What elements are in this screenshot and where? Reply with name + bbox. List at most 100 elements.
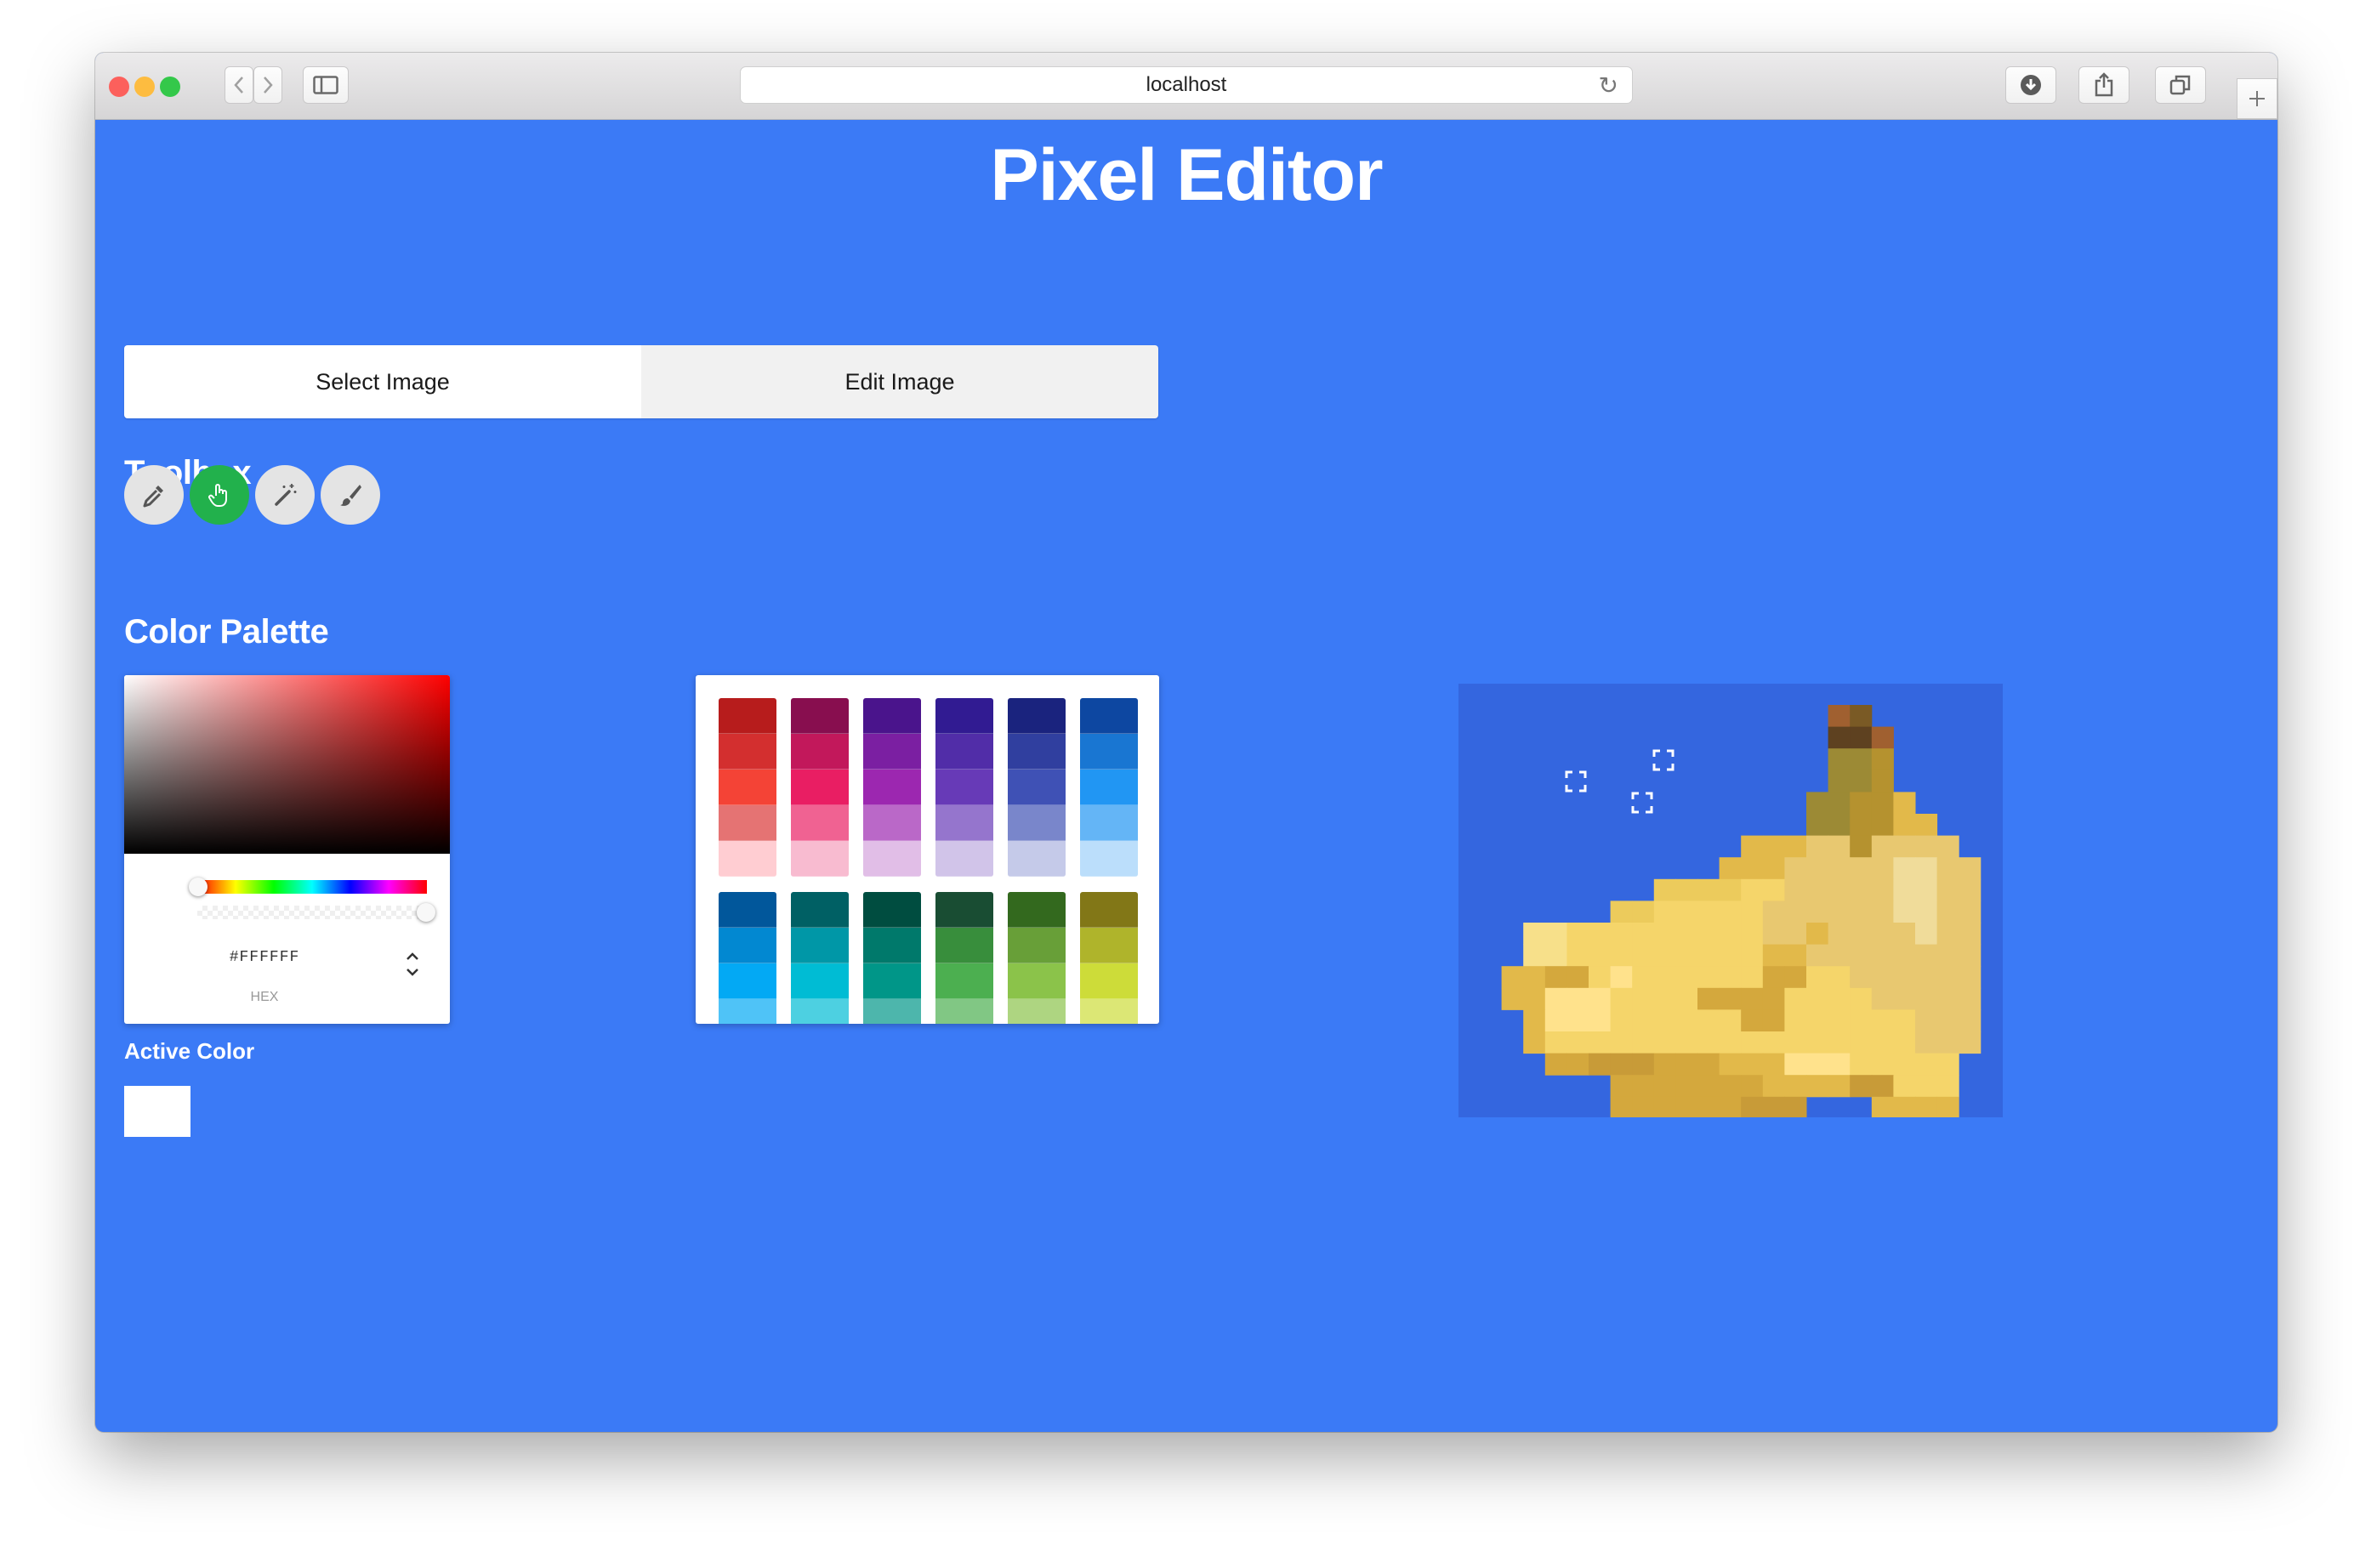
pixel[interactable] [1871, 1096, 1894, 1117]
color-swatch[interactable] [791, 999, 849, 1024]
pixel[interactable] [1762, 1053, 1785, 1076]
pixel[interactable] [1719, 944, 1742, 967]
pixel[interactable] [1871, 987, 1894, 1010]
pixel[interactable] [1936, 857, 1959, 880]
color-swatch[interactable] [1080, 928, 1138, 963]
pixel[interactable] [1959, 1031, 1982, 1054]
pixel[interactable] [1850, 923, 1873, 946]
pixel[interactable] [1959, 878, 1982, 901]
pixel[interactable] [1936, 1009, 1959, 1032]
pixel[interactable] [1936, 1031, 1959, 1054]
pixel[interactable] [1719, 1075, 1742, 1098]
pixel[interactable] [1741, 878, 1764, 901]
pixel[interactable] [1719, 966, 1742, 989]
pixel[interactable] [1915, 857, 1938, 880]
pixel[interactable] [1871, 857, 1894, 880]
pixel[interactable] [1523, 987, 1546, 1010]
hue-slider[interactable] [197, 880, 427, 894]
pixel[interactable] [1806, 835, 1829, 858]
pixel[interactable] [1893, 878, 1916, 901]
pixel[interactable] [1784, 987, 1807, 1010]
color-swatch[interactable] [719, 999, 776, 1024]
pixel[interactable] [1697, 1031, 1720, 1054]
pixel[interactable] [1871, 835, 1894, 858]
pixel[interactable] [1915, 1031, 1938, 1054]
pixel[interactable] [1893, 857, 1916, 880]
pixel[interactable] [1675, 1009, 1698, 1032]
sidebar-toggle-button[interactable] [303, 66, 349, 104]
pixel[interactable] [1762, 944, 1785, 967]
close-window-button[interactable] [109, 77, 129, 97]
pixel[interactable] [1632, 944, 1655, 967]
color-swatch[interactable] [935, 734, 993, 770]
pixel[interactable] [1653, 1096, 1676, 1117]
pixel[interactable] [1697, 944, 1720, 967]
pixel[interactable] [1719, 1031, 1742, 1054]
address-bar[interactable]: localhost ↻ [740, 66, 1633, 104]
color-swatch[interactable] [935, 805, 993, 841]
forward-button[interactable] [253, 66, 282, 104]
pixel[interactable] [1741, 857, 1764, 880]
pixel[interactable] [1806, 900, 1829, 923]
color-swatch[interactable] [791, 892, 849, 928]
color-swatch[interactable] [935, 770, 993, 805]
pixel[interactable] [1741, 944, 1764, 967]
pixel[interactable] [1806, 1031, 1829, 1054]
pixel[interactable] [1850, 1031, 1873, 1054]
color-swatch[interactable] [1080, 734, 1138, 770]
tab-edit-image[interactable]: Edit Image [641, 345, 1158, 418]
pixel[interactable] [1544, 987, 1567, 1010]
pixel[interactable] [1850, 1009, 1873, 1032]
pixel[interactable] [1544, 1031, 1567, 1054]
pixel[interactable] [1762, 1075, 1785, 1098]
pixel[interactable] [1959, 923, 1982, 946]
pixel[interactable] [1632, 1031, 1655, 1054]
pixel[interactable] [1850, 726, 1873, 749]
pixel[interactable] [1741, 1075, 1764, 1098]
pixel[interactable] [1936, 923, 1959, 946]
pixel[interactable] [1871, 1031, 1894, 1054]
pixel[interactable] [1523, 944, 1546, 967]
pixel[interactable] [1544, 966, 1567, 989]
color-swatch[interactable] [1080, 963, 1138, 999]
pixel[interactable] [1762, 878, 1785, 901]
pixel[interactable] [1806, 923, 1829, 946]
pixel-canvas[interactable] [1458, 684, 2003, 1117]
color-swatch[interactable] [863, 999, 921, 1024]
pixel[interactable] [1523, 1009, 1546, 1032]
pixel[interactable] [1632, 923, 1655, 946]
pixel[interactable] [1828, 792, 1851, 815]
pixel[interactable] [1784, 1053, 1807, 1076]
color-swatch[interactable] [719, 805, 776, 841]
alpha-slider[interactable] [197, 906, 427, 919]
saturation-field[interactable] [124, 675, 450, 854]
pixel[interactable] [1697, 1075, 1720, 1098]
pixel[interactable] [1893, 1031, 1916, 1054]
pixel[interactable] [1850, 1053, 1873, 1076]
pixel[interactable] [1828, 923, 1851, 946]
pixel[interactable] [1828, 878, 1851, 901]
pixel[interactable] [1501, 987, 1524, 1010]
pixel[interactable] [1741, 923, 1764, 946]
color-swatch[interactable] [791, 963, 849, 999]
pixel[interactable] [1828, 966, 1851, 989]
pixel[interactable] [1653, 900, 1676, 923]
pixel[interactable] [1806, 1053, 1829, 1076]
pixel[interactable] [1632, 1075, 1655, 1098]
color-swatch[interactable] [1008, 928, 1066, 963]
color-swatch[interactable] [1080, 770, 1138, 805]
color-swatch[interactable] [863, 805, 921, 841]
color-swatch[interactable] [791, 698, 849, 734]
hue-slider-handle[interactable] [189, 878, 208, 896]
pixel[interactable] [1871, 792, 1894, 815]
pixel[interactable] [1871, 1009, 1894, 1032]
pixel[interactable] [1893, 987, 1916, 1010]
pixel[interactable] [1850, 987, 1873, 1010]
color-swatch[interactable] [719, 698, 776, 734]
pixel[interactable] [1871, 878, 1894, 901]
pixel[interactable] [1936, 966, 1959, 989]
color-swatch[interactable] [1080, 698, 1138, 734]
pixel[interactable] [1762, 857, 1785, 880]
pixel[interactable] [1632, 987, 1655, 1010]
pixel[interactable] [1523, 966, 1546, 989]
